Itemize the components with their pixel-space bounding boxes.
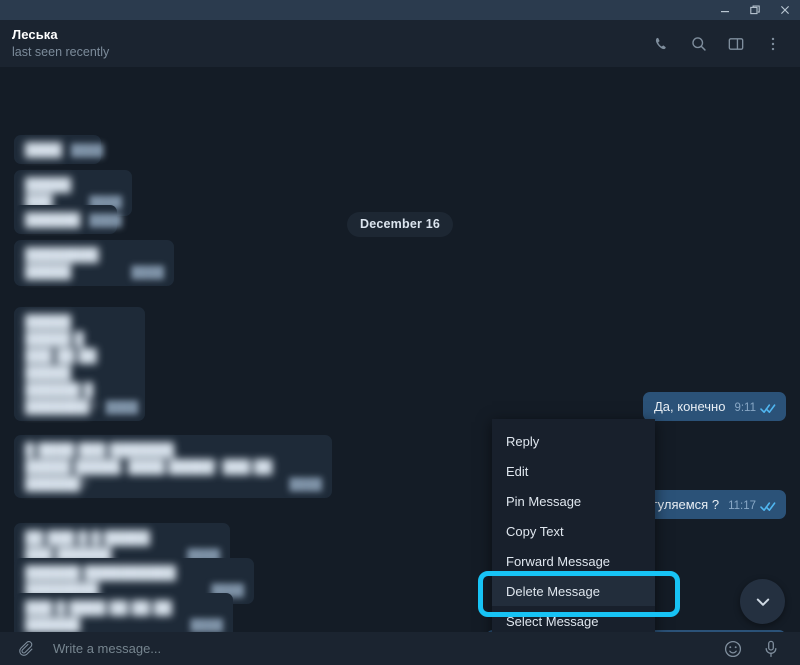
chat-header[interactable]: Леська last seen recently [0, 20, 800, 67]
menu-item-delete-message[interactable]: Delete Message [492, 576, 655, 606]
peer-status: last seen recently [12, 45, 110, 59]
menu-item-reply[interactable]: Reply [492, 426, 655, 456]
scroll-to-bottom-button[interactable] [740, 579, 785, 624]
minimize-button[interactable] [710, 0, 740, 20]
message-timestamp: ████ [131, 267, 164, 279]
message-timestamp: ████ [289, 479, 322, 491]
message-row[interactable]: █████ █████ █ ███ ██ ██ █████ ██████ █ █… [14, 307, 145, 421]
message-timestamp: ████ [190, 620, 223, 632]
menu-item-forward-message[interactable]: Forward Message [492, 546, 655, 576]
info-panel-icon[interactable] [723, 31, 749, 57]
message-row[interactable]: гуляемся ? 11:17 [641, 490, 786, 519]
peer-name: Леська [12, 27, 58, 42]
message-text: ███ █ ████ ██ ██ ██ ██████ [25, 600, 176, 632]
more-menu-icon[interactable] [760, 31, 786, 57]
composer-actions [720, 636, 784, 662]
incoming-message-bubble[interactable]: █ ████ ███ ███████, █████ █████, ████ ██… [14, 435, 332, 498]
date-divider: December 16 [0, 212, 800, 237]
date-label: December 16 [346, 212, 454, 237]
menu-item-pin-message[interactable]: Pin Message [492, 486, 655, 516]
message-row[interactable]: █ ████ ███ ███████, █████ █████, ████ ██… [14, 435, 332, 498]
search-icon[interactable] [686, 31, 712, 57]
close-button[interactable] [770, 0, 800, 20]
message-list[interactable]: ████ ████ █████ ███ ████ ██████ ████ ████████ … [0, 67, 800, 632]
message-meta: ████ [106, 402, 139, 415]
composer-bar: Write a message... [0, 632, 800, 665]
message-text: ████████ █████ [25, 247, 103, 279]
menu-item-edit[interactable]: Edit [492, 456, 655, 486]
attach-icon[interactable] [12, 636, 38, 662]
read-receipt-icon [760, 501, 776, 512]
message-timestamp: 11:17 [728, 500, 756, 512]
microphone-icon[interactable] [758, 636, 784, 662]
peer-info[interactable]: Леська last seen recently [12, 27, 649, 60]
message-meta: ████ [289, 479, 322, 492]
incoming-message-bubble[interactable]: █████ █████ █ ███ ██ ██ █████ ██████ █ █… [14, 307, 145, 421]
message-row[interactable]: ████ ████ [14, 135, 104, 164]
outgoing-message-bubble[interactable]: Да, конечно 9:11 [642, 392, 786, 421]
maximize-button[interactable] [740, 0, 770, 20]
read-receipt-icon [760, 403, 776, 414]
message-text: ████ [25, 142, 62, 157]
message-text: █████ █████ █ ███ ██ ██ █████ ██████ █ █… [25, 314, 97, 414]
message-timestamp: ████ [70, 145, 104, 157]
call-icon[interactable] [649, 31, 675, 57]
message-meta: ████ [131, 267, 164, 280]
title-bar [0, 0, 800, 20]
message-text: Да, конечно [653, 399, 726, 414]
message-context-menu[interactable]: Reply Edit Pin Message Copy Text Forward Mes… [492, 419, 655, 632]
emoji-icon[interactable] [720, 636, 746, 662]
message-row[interactable]: ████████ █████ ████ [14, 240, 174, 286]
incoming-message-bubble[interactable]: ████████ █████ ████ [14, 240, 174, 286]
incoming-message-bubble[interactable]: ████ ████ [14, 135, 104, 164]
message-meta: 9:11 [734, 402, 776, 415]
message-text: █ ████ ███ ███████, █████ █████, ████ ██… [25, 442, 273, 491]
menu-item-copy-text[interactable]: Copy Text [492, 516, 655, 546]
message-meta: 11:17 [728, 500, 776, 513]
header-actions [649, 31, 786, 57]
message-meta: ████ [190, 620, 223, 632]
outgoing-message-bubble[interactable]: гуляемся ? 11:17 [641, 490, 786, 519]
message-timestamp: 9:11 [734, 402, 756, 414]
message-meta: ████ [71, 145, 104, 158]
menu-item-select-message[interactable]: Select Message [492, 606, 655, 632]
message-timestamp: ████ [105, 402, 139, 414]
message-row[interactable]: ███ █ ████ ██ ██ ██ ██████ ████ [14, 593, 233, 632]
telegram-chat-window: Леська last seen recently ████ ████ █████ … [0, 0, 800, 665]
message-text: гуляемся ? [652, 497, 720, 512]
message-input[interactable]: Write a message... [38, 641, 720, 656]
incoming-message-bubble[interactable]: ███ █ ████ ██ ██ ██ ██████ ████ [14, 593, 233, 632]
message-row[interactable]: Да, конечно 9:11 [642, 392, 786, 421]
